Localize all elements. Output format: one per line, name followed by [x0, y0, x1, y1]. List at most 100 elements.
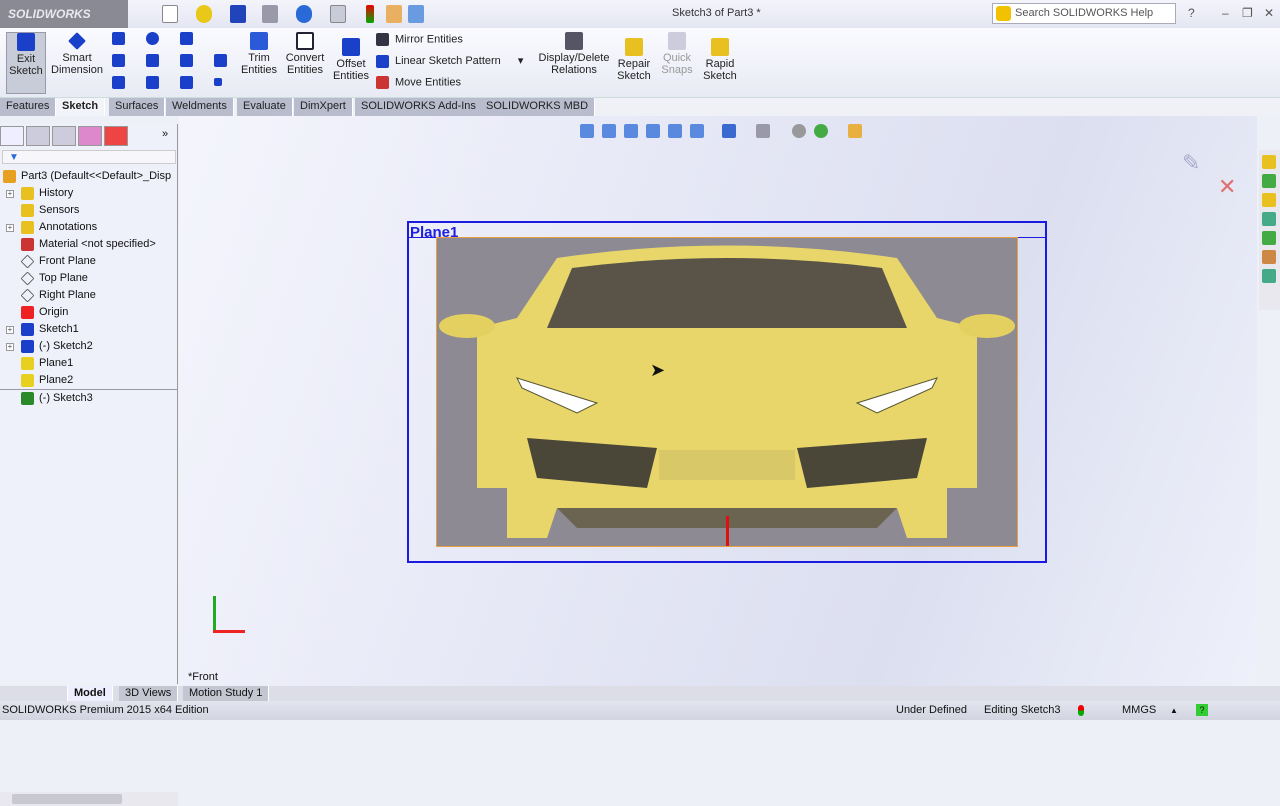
confirmation-corner-icon[interactable]: ✎ — [1182, 150, 1200, 176]
line-tool[interactable] — [112, 32, 131, 45]
edit-appearance-icon[interactable] — [792, 124, 806, 138]
view-orientation-icon[interactable] — [690, 124, 704, 138]
close-button[interactable]: ✕ — [1264, 6, 1274, 20]
view-settings-icon[interactable] — [848, 124, 862, 138]
tab-dimxpert[interactable]: DimXpert — [294, 98, 353, 116]
tree-horizontal-scrollbar[interactable] — [0, 792, 178, 806]
units-menu-arrow-icon[interactable]: ▲ — [1170, 701, 1178, 720]
dimxpert-manager-tab-icon[interactable] — [78, 126, 102, 146]
expand-panel-icon[interactable]: » — [162, 128, 168, 140]
feature-manager-tab-icon[interactable] — [0, 126, 24, 146]
help-search-input[interactable]: Search SOLIDWORKS Help — [992, 3, 1176, 24]
undo-icon[interactable] — [296, 5, 312, 23]
tab-evaluate[interactable]: Evaluate — [237, 98, 293, 116]
tab-addins[interactable]: SOLIDWORKS Add-Ins — [355, 98, 483, 116]
ellipse-tool[interactable] — [180, 54, 199, 67]
fillet-tool[interactable] — [180, 76, 199, 89]
hide-show-icon[interactable] — [756, 124, 770, 138]
smart-dimension-button[interactable]: Smart Dimension — [50, 32, 104, 76]
tree-item[interactable]: + (-) Sketch2 — [0, 338, 178, 355]
expand-icon[interactable]: + — [6, 190, 14, 198]
mirror-entities-button[interactable]: Mirror Entities — [376, 33, 463, 46]
resources-icon[interactable] — [1262, 155, 1276, 169]
open-icon[interactable] — [196, 5, 212, 23]
forum-icon[interactable] — [1262, 269, 1276, 283]
file-properties-icon[interactable] — [386, 5, 402, 23]
print-icon[interactable] — [262, 5, 278, 23]
rectangle-tool[interactable] — [112, 54, 131, 67]
tree-item[interactable]: Plane1 — [0, 355, 178, 372]
rebuild-icon[interactable] — [366, 5, 374, 23]
spline-tool[interactable] — [180, 32, 199, 45]
tree-item[interactable]: Front Plane — [0, 253, 178, 270]
tab-features[interactable]: Features — [0, 98, 57, 116]
help-icon[interactable]: ? — [1188, 6, 1195, 20]
linear-sketch-pattern-button[interactable]: Linear Sketch Pattern ▾ — [376, 54, 523, 68]
tree-item[interactable]: Right Plane — [0, 287, 178, 304]
tab-3d-views[interactable]: 3D Views — [119, 686, 179, 701]
tree-item[interactable]: Top Plane — [0, 270, 178, 287]
configuration-manager-tab-icon[interactable] — [52, 126, 76, 146]
section-view-icon[interactable] — [646, 124, 660, 138]
tab-weldments[interactable]: Weldments — [166, 98, 234, 116]
expand-icon[interactable]: + — [6, 326, 14, 334]
tree-item[interactable]: (-) Sketch3 — [0, 389, 178, 406]
repair-sketch-button[interactable]: Repair Sketch — [616, 38, 652, 82]
display-style-icon[interactable] — [722, 124, 736, 138]
help-status-icon[interactable]: ? — [1196, 704, 1208, 716]
save-icon[interactable] — [230, 5, 246, 23]
options-icon[interactable] — [408, 5, 424, 23]
tab-motion-study-1[interactable]: Motion Study 1 — [183, 686, 270, 701]
arc-tool[interactable] — [146, 54, 165, 67]
minimize-button[interactable]: – — [1222, 6, 1229, 20]
point-tool[interactable] — [214, 76, 228, 88]
tab-model[interactable]: Model — [68, 686, 113, 701]
tree-item[interactable]: + Sketch1 — [0, 321, 178, 338]
move-entities-button[interactable]: Move Entities — [376, 76, 461, 89]
trim-entities-button[interactable]: Trim Entities — [238, 32, 280, 76]
solidworks-logo[interactable]: SOLIDWORKS — [0, 0, 128, 28]
tree-item[interactable]: Plane2 — [0, 372, 178, 389]
rapid-sketch-button[interactable]: Rapid Sketch — [702, 38, 738, 82]
sketch-picture-car[interactable] — [436, 237, 1018, 547]
tree-item[interactable]: + History — [0, 185, 178, 202]
expand-icon[interactable]: + — [6, 224, 14, 232]
custom-properties-icon[interactable] — [1262, 250, 1276, 264]
tree-item[interactable]: Origin — [0, 304, 178, 321]
tree-item[interactable]: + Annotations — [0, 219, 178, 236]
new-document-icon[interactable] — [162, 5, 178, 23]
display-manager-tab-icon[interactable] — [104, 126, 128, 146]
cancel-sketch-icon[interactable]: ✕ — [1218, 174, 1236, 200]
tab-sketch[interactable]: Sketch — [56, 98, 106, 116]
exit-sketch-button[interactable]: Exit Sketch — [6, 32, 46, 94]
maximize-button[interactable]: ❐ — [1242, 6, 1253, 20]
display-delete-relations-button[interactable]: Display/Delete Relations — [538, 32, 610, 76]
tab-surfaces[interactable]: Surfaces — [109, 98, 166, 116]
tab-scroll-arrows[interactable] — [0, 686, 68, 701]
polygon-tool[interactable] — [146, 76, 165, 89]
tree-filter-input[interactable]: ▼ — [2, 150, 176, 164]
tree-item[interactable]: Material <not specified> — [0, 236, 178, 253]
dynamic-annotation-icon[interactable] — [668, 124, 682, 138]
appearances-icon[interactable] — [1262, 231, 1276, 245]
slot-tool[interactable] — [112, 76, 131, 89]
scrollbar-thumb[interactable] — [12, 794, 122, 804]
previous-view-icon[interactable] — [624, 124, 638, 138]
property-manager-tab-icon[interactable] — [26, 126, 50, 146]
tree-root-part3[interactable]: Part3 (Default<<Default>_Disp — [0, 168, 178, 185]
file-explorer-icon[interactable] — [1262, 193, 1276, 207]
view-palette-icon[interactable] — [1262, 212, 1276, 226]
text-tool[interactable] — [214, 54, 233, 67]
quick-snaps-button[interactable]: Quick Snaps — [660, 32, 694, 76]
select-icon[interactable] — [330, 5, 346, 23]
tab-mbd[interactable]: SOLIDWORKS MBD — [480, 98, 596, 116]
zoom-to-fit-icon[interactable] — [580, 124, 594, 138]
convert-entities-button[interactable]: Convert Entities — [283, 32, 327, 76]
units-selector[interactable]: MMGS — [1122, 701, 1156, 720]
zoom-area-icon[interactable] — [602, 124, 616, 138]
design-library-icon[interactable] — [1262, 174, 1276, 188]
offset-entities-button[interactable]: Offset Entities — [331, 38, 371, 82]
tree-item[interactable]: Sensors — [0, 202, 178, 219]
circle-tool[interactable] — [146, 32, 165, 45]
apply-scene-icon[interactable] — [814, 124, 828, 138]
